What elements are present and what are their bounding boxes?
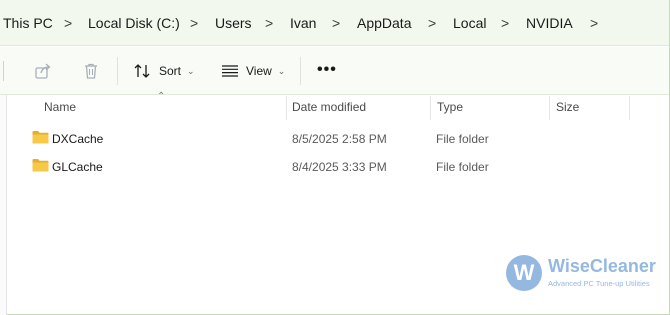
column-header-date-modified[interactable]: Date modified	[292, 96, 366, 120]
breadcrumb-item-users[interactable]: Users	[215, 14, 252, 32]
chevron-right-icon[interactable]: >	[501, 14, 509, 32]
file-type: File folder	[436, 132, 489, 146]
file-type: File folder	[436, 160, 489, 174]
breadcrumb-item-local[interactable]: Local	[453, 14, 486, 32]
more-icon[interactable]: •••	[317, 61, 337, 79]
file-date-modified: 8/4/2025 3:33 PM	[292, 160, 387, 174]
chevron-down-icon: ⌄	[187, 65, 195, 76]
file-name: DXCache	[52, 132, 104, 146]
column-header-size[interactable]: Size	[556, 96, 579, 120]
column-divider[interactable]	[629, 96, 630, 120]
watermark-subtitle: Advanced PC Tune-up Utilities	[548, 279, 650, 288]
chevron-right-icon[interactable]: >	[265, 14, 273, 32]
breadcrumb-item-nvidia[interactable]: NVIDIA	[526, 14, 573, 32]
sort-button[interactable]: Sort ⌄	[134, 60, 195, 82]
chevron-down-icon: ⌄	[277, 65, 286, 76]
chevron-right-icon[interactable]: >	[590, 14, 598, 32]
sort-icon	[134, 64, 150, 78]
share-icon[interactable]	[33, 61, 53, 81]
column-divider[interactable]	[430, 96, 431, 120]
breadcrumb-item-appdata[interactable]: AppData	[357, 14, 411, 32]
view-icon	[222, 65, 238, 77]
delete-icon[interactable]	[81, 61, 101, 81]
command-bar: Sort ⌄ View ⌄ •••	[0, 47, 669, 95]
view-button[interactable]: View ⌄	[221, 60, 285, 82]
breadcrumb-item-ivan[interactable]: Ivan	[290, 14, 316, 32]
breadcrumb-item-local-disk[interactable]: Local Disk (C:)	[88, 14, 180, 32]
watermark-title: WiseCleaner	[548, 256, 656, 276]
file-name: GLCache	[52, 160, 103, 174]
table-row[interactable]: GLCache 8/4/2025 3:33 PM File folder	[28, 155, 628, 179]
chevron-right-icon[interactable]: >	[332, 14, 340, 32]
column-divider[interactable]	[549, 96, 550, 120]
table-row[interactable]: DXCache 8/5/2025 2:58 PM File folder	[28, 127, 628, 151]
breadcrumb: This PC > Local Disk (C:) > Users > Ivan…	[0, 0, 669, 46]
column-header-type[interactable]: Type	[437, 96, 463, 120]
wisecleaner-watermark: W WiseCleaner Advanced PC Tune-up Utilit…	[506, 253, 666, 297]
toolbar-partial-icon	[3, 61, 4, 81]
watermark-logo: W	[506, 255, 542, 291]
folder-icon	[32, 159, 49, 172]
file-date-modified: 8/5/2025 2:58 PM	[292, 132, 387, 146]
view-label: View	[246, 64, 272, 78]
navigation-pane[interactable]	[0, 95, 7, 315]
chevron-right-icon[interactable]: >	[428, 14, 436, 32]
sort-ascending-icon: ⌃	[157, 91, 166, 102]
column-divider[interactable]	[286, 96, 287, 120]
sort-label: Sort	[159, 64, 182, 78]
chevron-right-icon[interactable]: >	[190, 14, 198, 32]
breadcrumb-item-this-pc[interactable]: This PC	[3, 14, 53, 32]
toolbar-divider	[300, 57, 301, 85]
folder-icon	[32, 131, 49, 144]
column-header-name[interactable]: Name	[44, 96, 76, 120]
toolbar-divider	[117, 57, 118, 85]
chevron-right-icon[interactable]: >	[64, 14, 72, 32]
explorer-window: This PC > Local Disk (C:) > Users > Ivan…	[0, 0, 670, 315]
